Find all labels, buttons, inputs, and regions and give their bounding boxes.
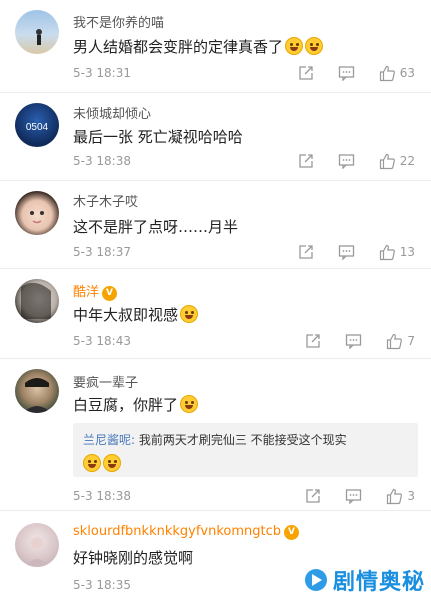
comment-text: 白豆腐，你胖了	[73, 394, 199, 415]
avatar-image	[36, 29, 42, 45]
watermark-text: 剧情奥秘	[332, 570, 425, 595]
comment-text: 好钟晓刚的感觉啊	[73, 549, 194, 567]
like-count: 3	[407, 489, 415, 503]
like-count: 22	[399, 154, 415, 168]
forward-icon	[299, 66, 313, 80]
like-count: 7	[407, 334, 415, 348]
avatar[interactable]: 0504	[15, 103, 59, 147]
reply-button[interactable]	[338, 65, 355, 81]
comment-text: 最后一张 死亡凝视哈哈哈	[73, 128, 243, 146]
avatar-image	[25, 537, 49, 567]
reply-button[interactable]	[338, 153, 355, 169]
reply-button[interactable]	[345, 333, 362, 349]
comment-text: 这不是胖了点呀……月半	[73, 218, 239, 236]
like-button[interactable]: 7	[386, 333, 415, 350]
forward-button[interactable]	[298, 153, 314, 169]
commenter-name[interactable]: 木子木子哎	[73, 191, 138, 210]
verified-badge-icon: V	[102, 286, 118, 301]
like-button[interactable]: 22	[379, 153, 415, 170]
reply-emojis	[83, 454, 408, 473]
comment-actions: 7	[305, 331, 415, 351]
comment-time: 5-3 18:43	[73, 334, 131, 348]
thumbs-up-icon	[379, 153, 395, 169]
verified-badge-icon: V	[284, 525, 300, 540]
forward-button[interactable]	[298, 244, 314, 260]
comment-time: 5-3 18:31	[73, 66, 131, 80]
like-count: 63	[399, 66, 415, 80]
forward-button[interactable]	[305, 488, 321, 504]
comment-actions: 22	[298, 151, 415, 171]
laugh-emoji-icon	[180, 395, 199, 413]
commenter-name[interactable]: 未倾城却倾心	[73, 103, 151, 122]
like-count: 13	[399, 245, 415, 259]
reply-author[interactable]: 兰尼酱呢:	[83, 433, 135, 447]
like-button[interactable]: 63	[379, 65, 415, 82]
forward-icon	[299, 245, 313, 259]
forward-button[interactable]	[298, 65, 314, 81]
thumbs-up-icon	[387, 488, 403, 504]
comment-actions: 13	[298, 242, 415, 262]
commenter-name[interactable]: 我不是你养的喵	[73, 12, 164, 31]
like-button[interactable]: 3	[386, 488, 415, 505]
comment-icon	[338, 66, 354, 81]
comment-item: 要疯一辈子 白豆腐，你胖了 兰尼酱呢: 我前两天才刷完仙三 不能接受这个现实 5…	[0, 359, 431, 511]
comment-item: 0504 未倾城却倾心 最后一张 死亡凝视哈哈哈 5-3 18:38 22	[0, 93, 431, 181]
reply-button[interactable]	[345, 488, 362, 504]
forward-icon	[306, 489, 321, 503]
play-logo-icon	[304, 569, 327, 591]
avatar[interactable]	[15, 369, 59, 413]
comment-actions: 63	[298, 63, 415, 83]
comment-item: 酷洋 V 中年大叔即视感 5-3 18:43 7	[0, 269, 431, 359]
like-button[interactable]: 13	[379, 244, 415, 261]
commenter-name[interactable]: 要疯一辈子	[73, 372, 138, 391]
watermark: 剧情奥秘	[304, 564, 425, 596]
comment-actions: 3	[305, 486, 415, 506]
avatar[interactable]	[15, 191, 59, 235]
comment-text: 男人结婚都会变胖的定律真香了	[73, 36, 324, 57]
commenter-name[interactable]: 酷洋 V	[73, 281, 118, 301]
laugh-emoji-icon	[103, 454, 121, 472]
comment-time: 5-3 18:37	[73, 245, 131, 259]
commenter-name[interactable]: sklourdfbnkknkkgyfvnkomngtcb V	[73, 524, 300, 540]
avatar-image	[21, 282, 51, 319]
forward-icon	[306, 334, 321, 348]
laugh-emoji-icon	[285, 37, 304, 55]
reply-preview[interactable]: 兰尼酱呢: 我前两天才刷完仙三 不能接受这个现实	[73, 423, 418, 477]
laugh-emoji-icon	[83, 454, 101, 472]
avatar[interactable]	[15, 10, 59, 54]
reply-button[interactable]	[338, 244, 355, 260]
comment-item: 木子木子哎 这不是胖了点呀……月半 5-3 18:37 13	[0, 181, 431, 269]
avatar-image	[23, 378, 51, 413]
laugh-emoji-icon	[180, 305, 199, 323]
avatar-image	[30, 211, 44, 224]
comment-text: 中年大叔即视感	[73, 304, 199, 325]
comment-icon	[338, 245, 354, 260]
comment-time: 5-3 18:35	[73, 578, 131, 592]
comment-time: 5-3 18:38	[73, 154, 131, 168]
comment-icon	[338, 154, 354, 169]
comment-icon	[346, 334, 362, 349]
avatar[interactable]	[15, 279, 59, 323]
forward-icon	[299, 154, 313, 168]
thumbs-up-icon	[387, 333, 403, 349]
thumbs-up-icon	[379, 244, 395, 260]
svg-text:0504: 0504	[26, 122, 49, 133]
forward-button[interactable]	[305, 333, 321, 349]
avatar[interactable]	[15, 523, 59, 567]
comment-item: 我不是你养的喵 男人结婚都会变胖的定律真香了 5-3 18:31 63	[0, 0, 431, 93]
laugh-emoji-icon	[305, 37, 324, 55]
avatar-image: 0504	[26, 122, 49, 133]
reply-text: 我前两天才刷完仙三 不能接受这个现实	[135, 433, 347, 447]
comment-icon	[346, 489, 362, 504]
comment-time: 5-3 18:38	[73, 489, 131, 503]
thumbs-up-icon	[379, 65, 395, 81]
